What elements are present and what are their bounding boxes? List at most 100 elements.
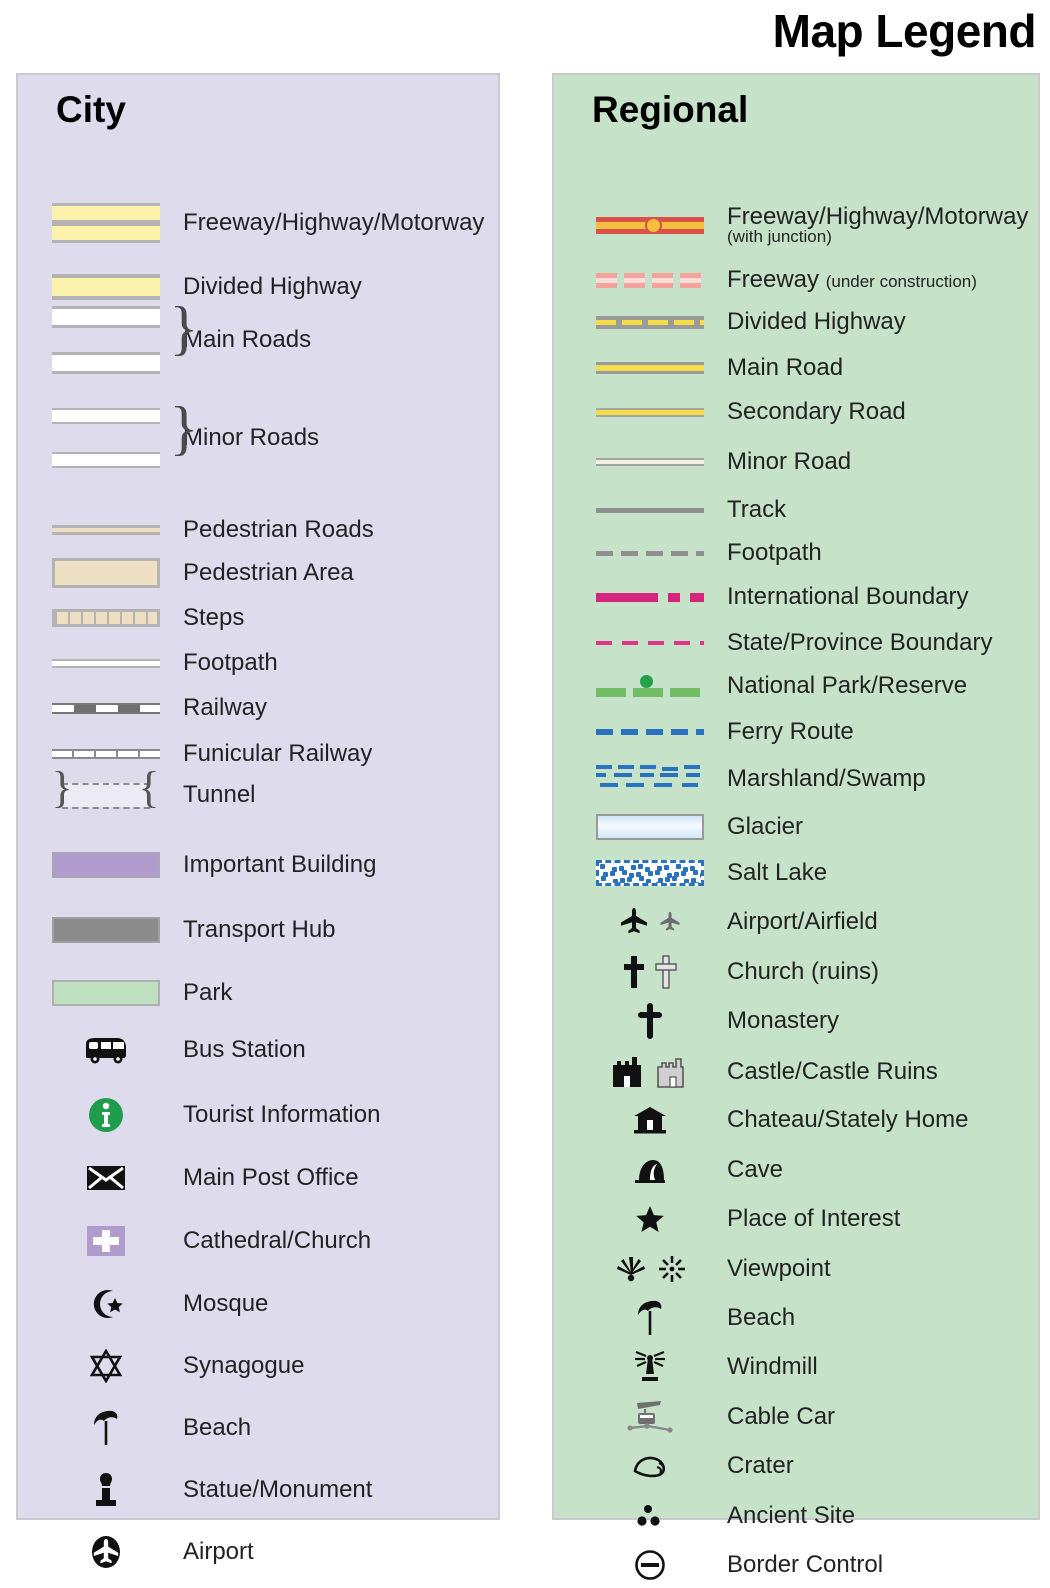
legend-symbol-envelope-icon [28, 1155, 183, 1201]
legend-item-sublabel: (under construction) [825, 272, 977, 292]
legend-row[interactable]: Statue/Monument [18, 1467, 498, 1513]
legend-row[interactable]: Place of Interest [554, 1196, 1038, 1242]
legend-label: Important Building [183, 852, 376, 877]
legend-item-label: Salt Lake [727, 859, 828, 887]
page-title: Map Legend [772, 5, 1037, 57]
legend-symbol-regional-ferry-route [572, 709, 727, 755]
legend-row[interactable]: Park [18, 970, 498, 1016]
legend-row[interactable]: Transport Hub [18, 907, 498, 953]
legend-row[interactable]: Crater [554, 1443, 1038, 1489]
legend-row[interactable]: Pedestrian Area [18, 550, 498, 596]
legend-row[interactable]: Minor Road [554, 439, 1038, 485]
legend-row[interactable]: Important Building [18, 842, 498, 888]
legend-row[interactable]: State/Province Boundary [554, 620, 1038, 666]
legend-row[interactable]: } Minor Roads [18, 398, 498, 468]
legend-row[interactable]: Synagogue [18, 1343, 498, 1389]
legend-row[interactable]: Viewpoint [554, 1246, 1038, 1292]
legend-row[interactable]: Salt Lake [554, 850, 1038, 896]
legend-row[interactable]: Secondary Road [554, 389, 1038, 435]
legend-row[interactable]: Track [554, 487, 1038, 533]
legend-row[interactable]: }{Tunnel [18, 766, 498, 818]
legend-row[interactable]: Glacier [554, 804, 1038, 850]
legend-label: Minor Road [727, 449, 851, 474]
legend-row[interactable]: Mosque [18, 1281, 498, 1327]
legend-symbol-regional-secondary-road [572, 389, 727, 435]
legend-label: State/Province Boundary [727, 630, 993, 655]
legend-row[interactable]: Windmill [554, 1344, 1038, 1390]
legend-item-label: Castle/Castle Ruins [727, 1058, 938, 1086]
legend-label: Tunnel [183, 782, 256, 807]
legend-label: International Boundary [727, 584, 969, 609]
legend-item-label: Pedestrian Roads [183, 516, 374, 544]
legend-label: Marshland/Swamp [727, 766, 926, 791]
legend-row[interactable]: Cave [554, 1147, 1038, 1193]
legend-row[interactable]: Main Road [554, 345, 1038, 391]
legend-label: Bus Station [183, 1037, 306, 1062]
legend-row[interactable]: Funicular Railway [18, 731, 498, 777]
legend-row[interactable]: Cathedral/Church [18, 1218, 498, 1264]
legend-symbol-crater-icon [572, 1443, 727, 1489]
legend-item-label: Monastery [727, 1007, 840, 1035]
legend-item-label: Bus Station [183, 1036, 306, 1064]
legend-row[interactable]: Freeway/Highway/Motorway [18, 200, 498, 246]
legend-row[interactable]: Pedestrian Roads [18, 507, 498, 553]
legend-item-label: Mosque [183, 1290, 269, 1318]
legend-row[interactable]: Border Control [554, 1542, 1038, 1588]
legend-row[interactable]: Ancient Site [554, 1493, 1038, 1539]
legend-label: Glacier [727, 814, 803, 839]
legend-row[interactable]: Divided Highway [554, 299, 1038, 345]
legend-row[interactable]: Airport/Airfield [554, 899, 1038, 945]
legend-symbol-monastery-cross-icon [572, 998, 727, 1044]
legend-label: Cable Car [727, 1404, 835, 1429]
legend-symbol-city-steps [28, 595, 183, 641]
legend-row[interactable]: Railway [18, 685, 498, 731]
legend-row[interactable]: Steps [18, 595, 498, 641]
legend-label: Border Control [727, 1552, 883, 1577]
legend-row[interactable]: National Park/Reserve [554, 663, 1038, 709]
legend-row[interactable]: Freeway/Highway/Motorway (with junction) [554, 202, 1038, 248]
legend-item-label: Footpath [727, 539, 822, 567]
legend-row[interactable]: Main Post Office [18, 1155, 498, 1201]
legend-symbol-regional-salt-lake [572, 850, 727, 896]
legend-row[interactable]: Marshland/Swamp [554, 756, 1038, 802]
legend-label: Cathedral/Church [183, 1228, 371, 1253]
legend-item-label: Divided Highway [183, 273, 362, 301]
legend-label: Beach [183, 1415, 251, 1440]
legend-label: Tourist Information [183, 1102, 380, 1127]
legend-label: Beach [727, 1305, 795, 1330]
legend-row[interactable]: Beach [18, 1405, 498, 1451]
legend-label: Ancient Site [727, 1503, 855, 1528]
legend-row[interactable]: Chateau/Stately Home [554, 1097, 1038, 1143]
legend-row[interactable]: International Boundary [554, 574, 1038, 620]
legend-symbol-city-pedestrian-area [28, 550, 183, 596]
legend-symbol-information-icon [28, 1092, 183, 1138]
legend-label: Place of Interest [727, 1206, 900, 1231]
legend-label: Freeway (under construction) [727, 267, 977, 292]
legend-row[interactable]: Cable Car [554, 1394, 1038, 1440]
legend-row[interactable]: Divided Highway [18, 264, 498, 310]
legend-row[interactable]: Tourist Information [18, 1092, 498, 1138]
regional-legend-panel: Regional Freeway/Highway/Motorway (with j… [552, 73, 1040, 1580]
legend-row[interactable]: Castle/Castle Ruins [554, 1049, 1038, 1095]
legend-row[interactable]: } Main Roads [18, 298, 498, 374]
legend-item-label: Main Road [727, 354, 844, 382]
legend-symbol-city-footpath [28, 640, 183, 686]
legend-symbol-regional-glacier [572, 804, 727, 850]
legend-row[interactable]: Beach [554, 1295, 1038, 1341]
legend-row[interactable]: Church (ruins) [554, 949, 1038, 995]
legend-row[interactable]: Bus Station [18, 1027, 498, 1073]
legend-row[interactable]: Ferry Route [554, 709, 1038, 755]
legend-row[interactable]: Footpath [18, 640, 498, 686]
legend-item-label: Freeway/Highway/Motorway [183, 209, 485, 237]
legend-label: Railway [183, 695, 267, 720]
city-panel-heading: City [56, 89, 126, 130]
legend-item-label: Tunnel [183, 781, 256, 809]
legend-row[interactable]: Monastery [554, 998, 1038, 1044]
legend-label: Airport/Airfield [727, 909, 878, 934]
legend-row[interactable]: Footpath [554, 530, 1038, 576]
legend-item-label: Funicular Railway [183, 740, 373, 768]
legend-symbol-regional-main-road [572, 345, 727, 391]
legend-row[interactable]: Freeway (under construction) [554, 257, 1038, 303]
legend-item-label: Freeway/Highway/Motorway [727, 202, 1029, 230]
legend-row[interactable]: Airport [18, 1529, 498, 1575]
